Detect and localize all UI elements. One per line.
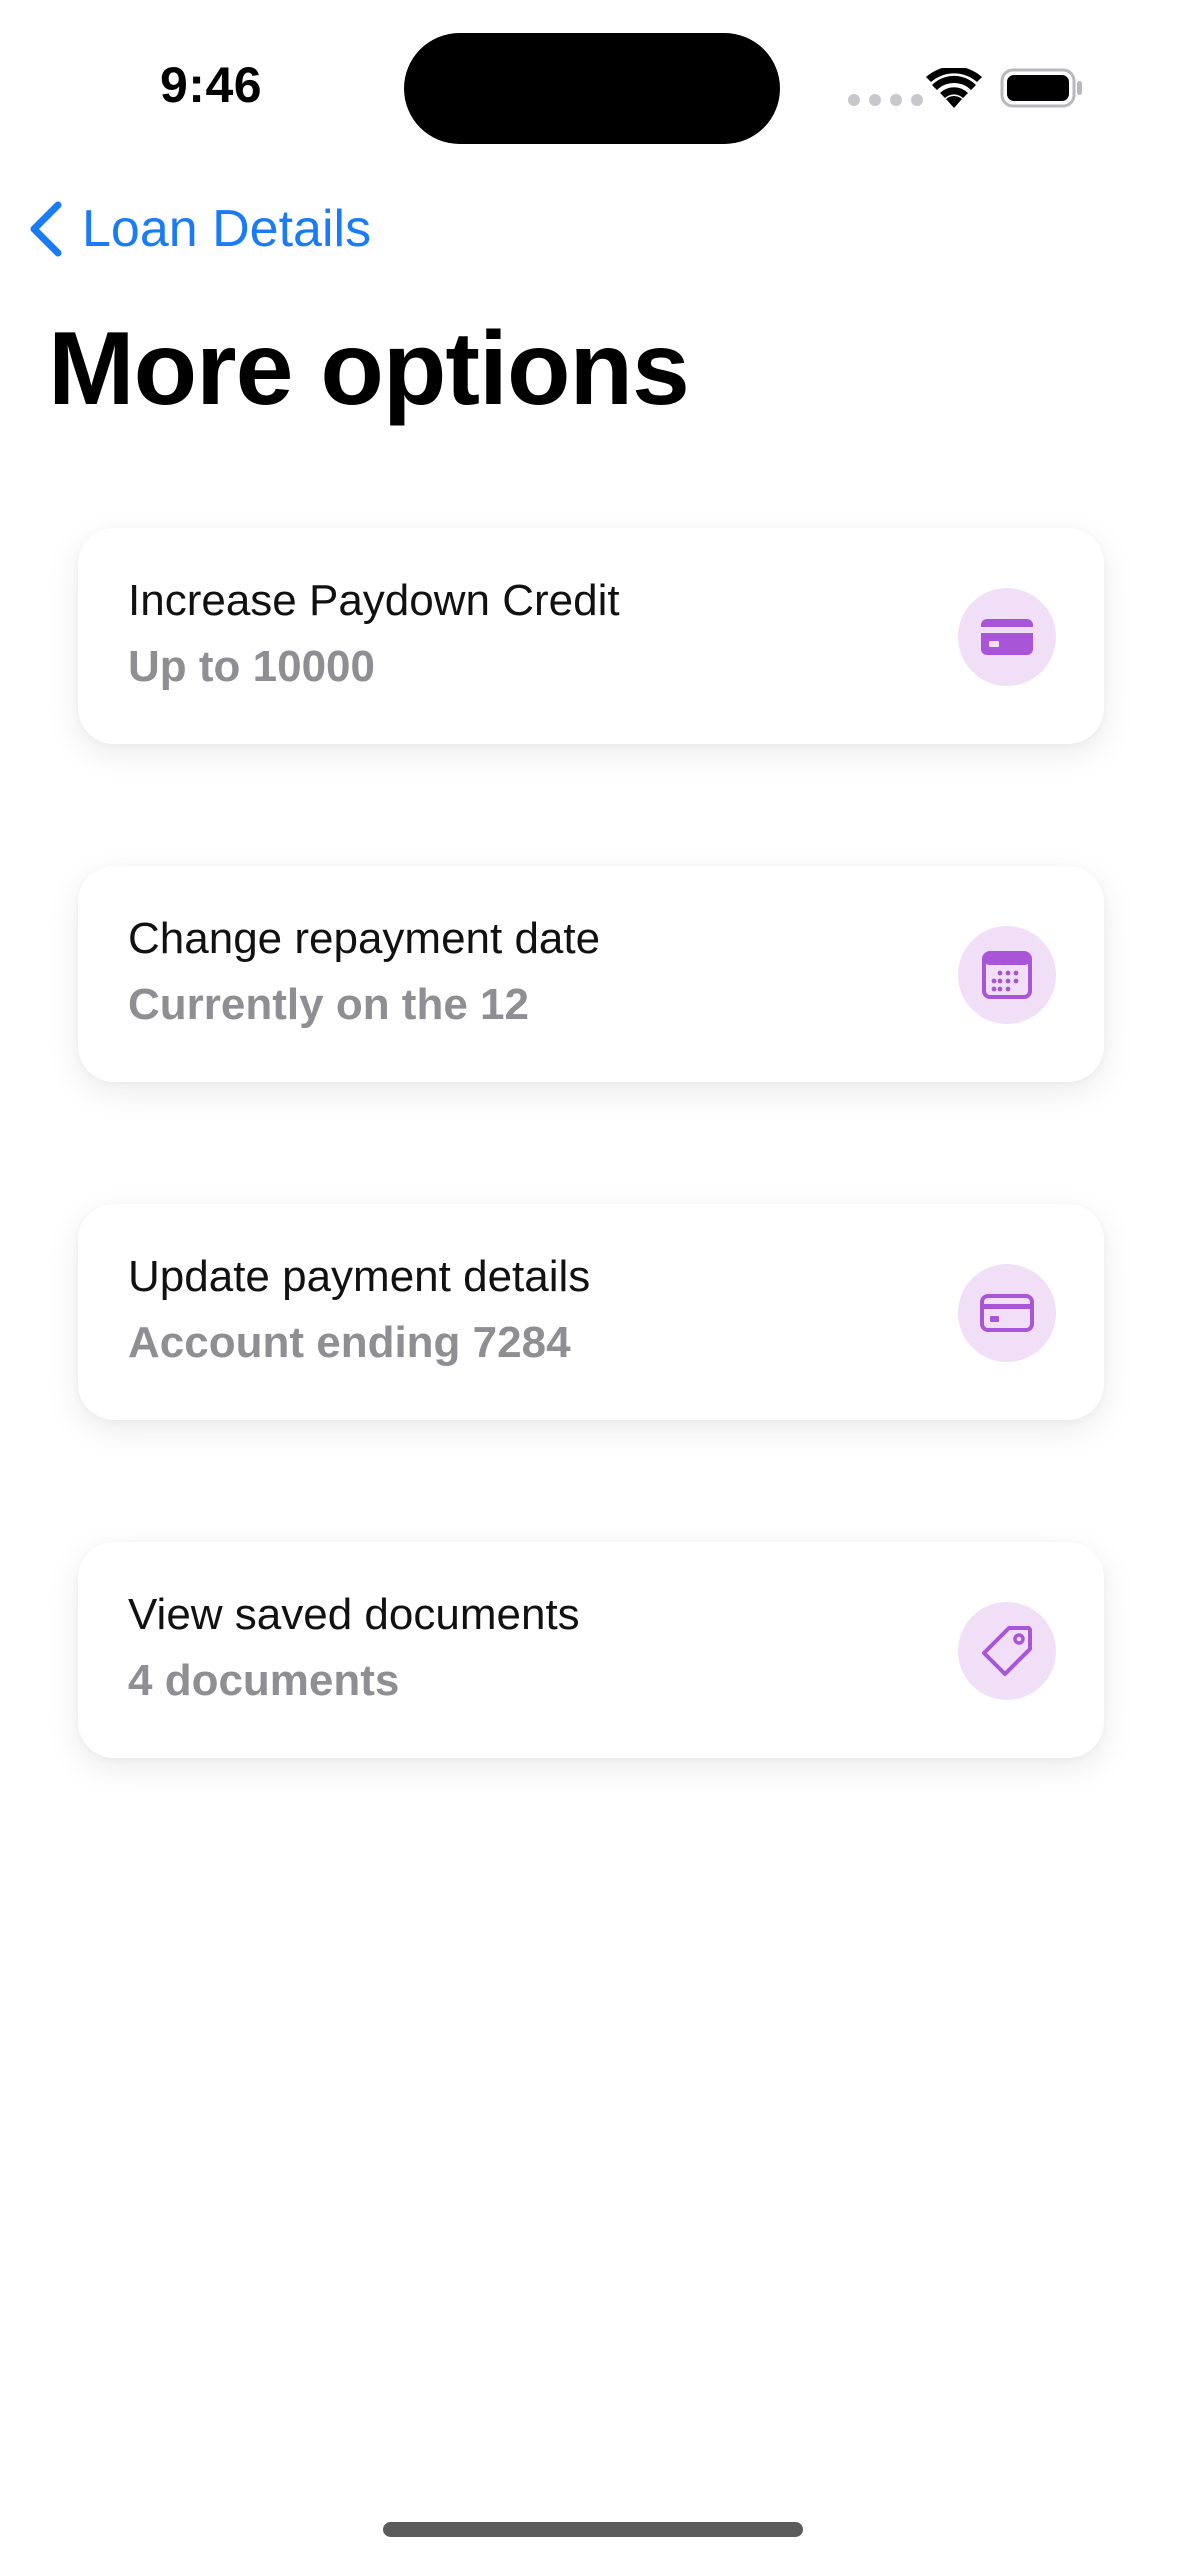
option-view-saved-documents[interactable]: View saved documents 4 documents bbox=[78, 1542, 1104, 1758]
icon-badge bbox=[958, 1264, 1056, 1362]
option-change-repayment-date[interactable]: Change repayment date Currently on the 1… bbox=[78, 866, 1104, 1082]
icon-badge bbox=[958, 926, 1056, 1024]
dynamic-island bbox=[404, 33, 780, 144]
option-subtitle: 4 documents bbox=[128, 1656, 400, 1705]
option-increase-paydown-credit[interactable]: Increase Paydown Credit Up to 10000 bbox=[78, 528, 1104, 744]
calendar-icon bbox=[982, 951, 1032, 999]
credit-card-filled-icon bbox=[981, 619, 1033, 655]
credit-card-outline-icon bbox=[980, 1294, 1034, 1332]
back-button[interactable]: Loan Details bbox=[26, 196, 371, 262]
back-button-label: Loan Details bbox=[82, 200, 372, 258]
options-list: Increase Paydown Credit Up to 10000 Chan… bbox=[78, 528, 1104, 1880]
option-subtitle: Currently on the 12 bbox=[128, 980, 529, 1029]
chevron-left-icon bbox=[30, 201, 62, 257]
home-indicator[interactable] bbox=[383, 2522, 803, 2537]
page-title: More options bbox=[48, 311, 690, 427]
battery-icon bbox=[1000, 68, 1082, 108]
option-update-payment-details[interactable]: Update payment details Account ending 72… bbox=[78, 1204, 1104, 1420]
option-subtitle: Account ending 7284 bbox=[128, 1318, 571, 1367]
wifi-icon bbox=[926, 68, 982, 108]
option-title: View saved documents bbox=[128, 1590, 580, 1639]
status-time: 9:46 bbox=[160, 57, 263, 113]
icon-badge bbox=[958, 588, 1056, 686]
option-title: Increase Paydown Credit bbox=[128, 576, 620, 625]
cellular-signal-icon bbox=[848, 94, 923, 106]
option-title: Change repayment date bbox=[128, 914, 601, 963]
icon-badge bbox=[958, 1602, 1056, 1700]
tag-icon bbox=[982, 1626, 1032, 1676]
option-title: Update payment details bbox=[128, 1252, 591, 1301]
option-subtitle: Up to 10000 bbox=[128, 642, 375, 691]
